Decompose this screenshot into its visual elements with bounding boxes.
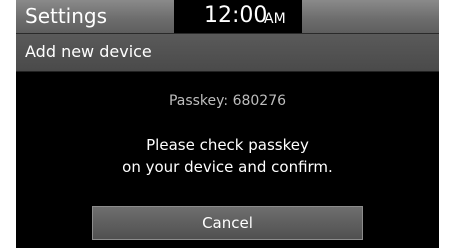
clock: 12:00 AM xyxy=(174,0,302,33)
confirm-message-line-2: on your device and confirm. xyxy=(122,158,333,176)
clock-time: 12:00 xyxy=(204,3,268,28)
status-bar: Settings 12:00 AM xyxy=(16,0,439,34)
passkey-text: Passkey: 680276 xyxy=(168,93,287,109)
page-header: Add new device xyxy=(16,34,439,72)
head-unit-screen: Settings 12:00 AM Add new device Passkey… xyxy=(16,0,439,248)
page-title: Add new device xyxy=(25,42,152,61)
cancel-button-label: Cancel xyxy=(202,214,253,232)
status-bar-title: Settings xyxy=(25,4,108,28)
confirm-message-line-1: Please check passkey xyxy=(146,136,309,154)
clock-ampm: AM xyxy=(264,11,286,27)
confirm-message: Please check passkey on your device and … xyxy=(16,134,439,178)
cancel-button[interactable]: Cancel xyxy=(92,206,363,240)
